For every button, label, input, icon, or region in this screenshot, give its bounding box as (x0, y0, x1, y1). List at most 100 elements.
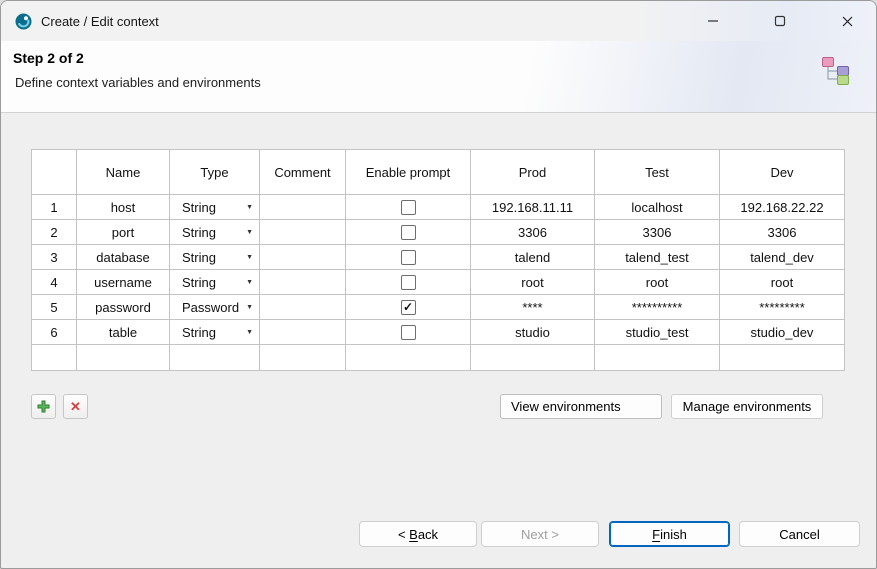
table-row: 3databaseString▼ talendtalend_testtalend_… (32, 245, 845, 270)
cell-comment[interactable] (260, 195, 346, 220)
type-dropdown-value: String (182, 325, 246, 340)
cell-dev[interactable]: 3306 (720, 220, 845, 245)
footer-bar: < Back Next > Finish Cancel (1, 521, 876, 568)
maximize-icon (774, 15, 786, 27)
manage-environments-button[interactable]: Manage environments (671, 394, 823, 419)
cell-test[interactable]: talend_test (595, 245, 720, 270)
cell-prod[interactable]: root (471, 270, 595, 295)
cell-type: String▼ (170, 220, 260, 245)
cell-comment[interactable] (260, 245, 346, 270)
table-row: 2portString▼330633063306 (32, 220, 845, 245)
column-header-name: Name (77, 150, 170, 195)
type-dropdown[interactable]: String▼ (170, 275, 259, 290)
cell-prod[interactable]: **** (471, 295, 595, 320)
cell-name[interactable]: username (77, 270, 170, 295)
empty-cell (32, 345, 77, 371)
cell-dev[interactable]: 192.168.22.22 (720, 195, 845, 220)
column-header-row-number (32, 150, 77, 195)
column-header-prod: Prod (471, 150, 595, 195)
column-header-type: Type (170, 150, 260, 195)
table-row: 1hostString▼ 192.168.11.11localhost192.16… (32, 195, 845, 220)
cell-comment[interactable] (260, 220, 346, 245)
enable-prompt-checkbox[interactable] (401, 275, 416, 290)
cell-type: String▼ (170, 195, 260, 220)
caption-buttons (690, 1, 876, 41)
cell-test[interactable]: 3306 (595, 220, 720, 245)
cell-name[interactable]: host (77, 195, 170, 220)
column-header-comment: Comment (260, 150, 346, 195)
cancel-button[interactable]: Cancel (739, 521, 860, 547)
type-dropdown[interactable]: String▼ (170, 250, 259, 265)
cell-dev[interactable]: studio_dev (720, 320, 845, 345)
row-number: 2 (32, 220, 77, 245)
cell-comment[interactable] (260, 270, 346, 295)
close-button[interactable] (824, 1, 870, 41)
finish-button[interactable]: Finish (609, 521, 730, 547)
chevron-down-icon: ▼ (246, 254, 253, 261)
cell-enable-prompt (346, 320, 471, 345)
table-header-row: NameTypeCommentEnable promptProdTestDev (32, 150, 845, 195)
cell-test[interactable]: localhost (595, 195, 720, 220)
cell-type: String▼ (170, 245, 260, 270)
row-number: 6 (32, 320, 77, 345)
next-button: Next > (481, 521, 599, 547)
cell-dev[interactable]: root (720, 270, 845, 295)
type-dropdown-value: String (182, 200, 246, 215)
empty-row (32, 345, 845, 371)
step-subtitle: Define context variables and environment… (15, 75, 876, 90)
back-button[interactable]: < Back (359, 521, 477, 547)
view-environments-button[interactable]: View environments (500, 394, 662, 419)
cell-name[interactable]: database (77, 245, 170, 270)
cell-prod[interactable]: 3306 (471, 220, 595, 245)
type-dropdown-value: Password (182, 300, 246, 315)
row-number: 1 (32, 195, 77, 220)
cell-name[interactable]: table (77, 320, 170, 345)
type-dropdown-value: String (182, 275, 246, 290)
empty-cell (346, 345, 471, 371)
cell-prod[interactable]: 192.168.11.11 (471, 195, 595, 220)
table-row: 5passwordPassword▼✓*********************… (32, 295, 845, 320)
chevron-down-icon: ▼ (246, 304, 253, 311)
cell-test[interactable]: ********** (595, 295, 720, 320)
cell-enable-prompt (346, 270, 471, 295)
cell-name[interactable]: port (77, 220, 170, 245)
type-dropdown[interactable]: String▼ (170, 200, 259, 215)
window-title: Create / Edit context (41, 14, 159, 29)
minimize-button[interactable] (690, 1, 736, 41)
step-title: Step 2 of 2 (13, 50, 876, 66)
title-bar: Create / Edit context (1, 1, 876, 41)
type-dropdown[interactable]: String▼ (170, 325, 259, 340)
minimize-icon (707, 15, 719, 27)
table-row: 6tableString▼ studiostudio_teststudio_dev (32, 320, 845, 345)
app-icon (15, 13, 32, 30)
cell-comment[interactable] (260, 295, 346, 320)
wizard-header: Step 2 of 2 Define context variables and… (1, 41, 876, 113)
cell-test[interactable]: root (595, 270, 720, 295)
add-variable-button[interactable] (31, 394, 56, 419)
empty-cell (471, 345, 595, 371)
cell-enable-prompt (346, 220, 471, 245)
row-number: 3 (32, 245, 77, 270)
cell-prod[interactable]: studio (471, 320, 595, 345)
remove-variable-button[interactable]: ✕ (63, 394, 88, 419)
enable-prompt-checkbox[interactable] (401, 200, 416, 215)
column-header-enable-prompt: Enable prompt (346, 150, 471, 195)
cell-comment[interactable] (260, 320, 346, 345)
cell-name[interactable]: password (77, 295, 170, 320)
cell-prod[interactable]: talend (471, 245, 595, 270)
enable-prompt-checkbox[interactable] (401, 225, 416, 240)
enable-prompt-checkbox[interactable] (401, 325, 416, 340)
cell-enable-prompt (346, 195, 471, 220)
cell-test[interactable]: studio_test (595, 320, 720, 345)
dialog-window: Create / Edit context Step 2 of 2 Define… (0, 0, 877, 569)
type-dropdown[interactable]: Password▼ (170, 300, 259, 315)
row-number: 4 (32, 270, 77, 295)
enable-prompt-checkbox[interactable] (401, 250, 416, 265)
cell-dev[interactable]: ********* (720, 295, 845, 320)
empty-cell (260, 345, 346, 371)
type-dropdown[interactable]: String▼ (170, 225, 259, 240)
cell-dev[interactable]: talend_dev (720, 245, 845, 270)
enable-prompt-checkbox[interactable]: ✓ (401, 300, 416, 315)
column-header-test: Test (595, 150, 720, 195)
maximize-button[interactable] (757, 1, 803, 41)
